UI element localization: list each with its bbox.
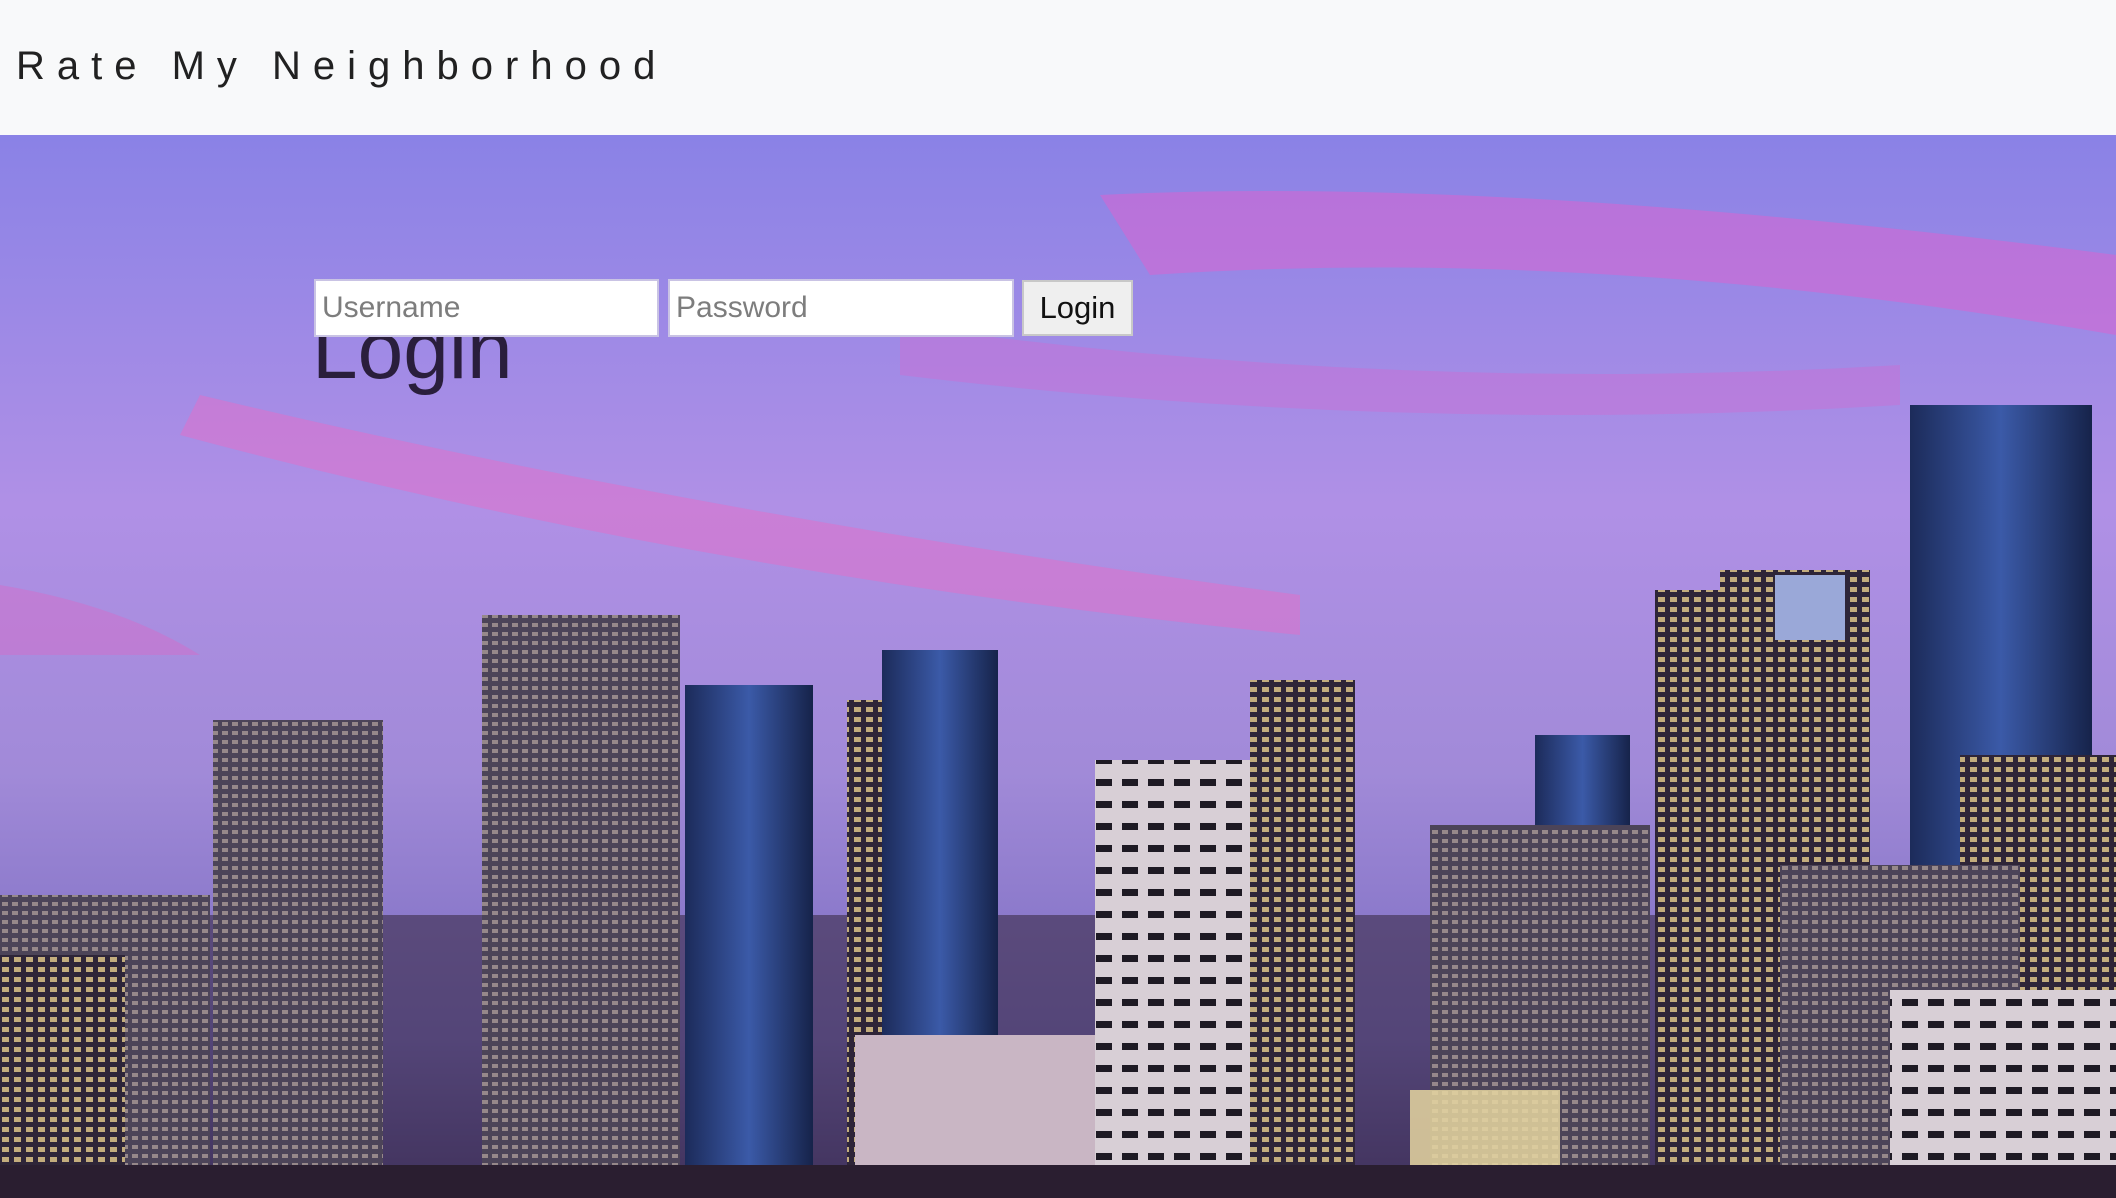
navbar: Rate My Neighborhood: [0, 0, 2116, 135]
login-button[interactable]: Login: [1022, 280, 1133, 336]
username-input[interactable]: [314, 279, 659, 337]
password-input[interactable]: [668, 279, 1014, 337]
brand-title[interactable]: Rate My Neighborhood: [16, 42, 667, 90]
